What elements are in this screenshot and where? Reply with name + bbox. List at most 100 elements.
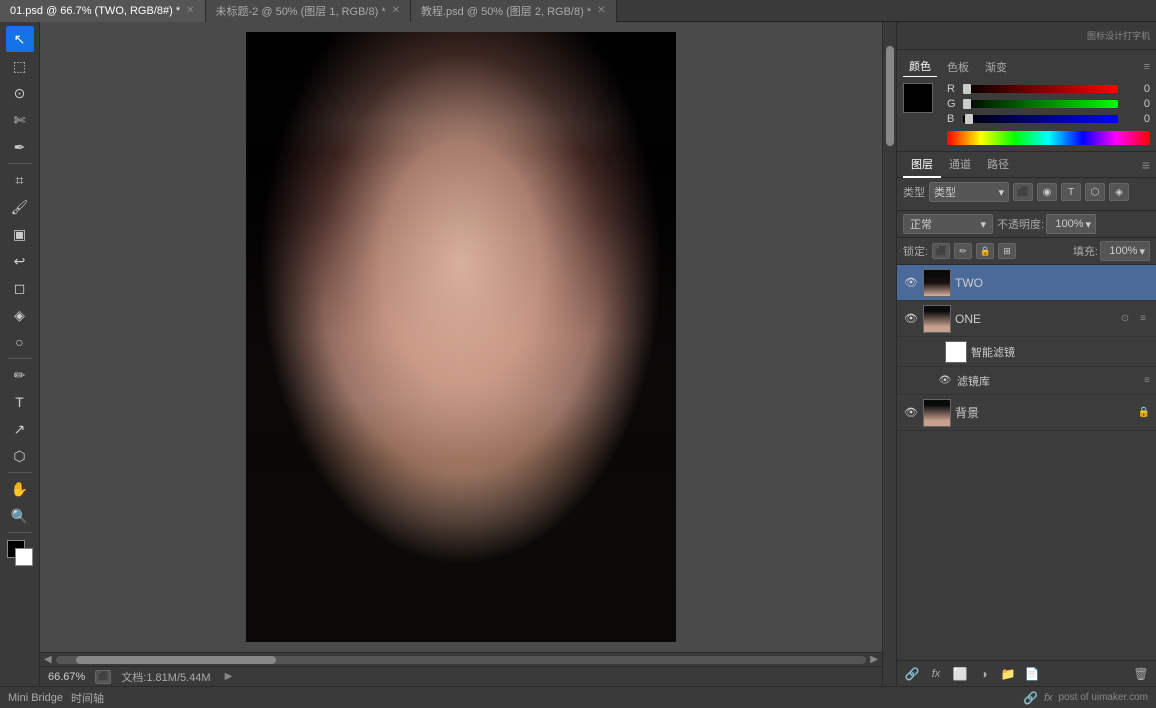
tab-untitled[interactable]: 未标题-2 @ 50% (图层 1, RGB/8) * ✕ [206, 0, 411, 22]
link-layers-icon[interactable]: 🔗 [903, 665, 921, 683]
lock-label: 锁定: [903, 243, 928, 259]
filter-label: 类型 [903, 184, 925, 200]
r-value: 0 [1122, 83, 1150, 95]
new-group-icon[interactable]: 📁 [999, 665, 1017, 683]
timeline-label[interactable]: 时间轴 [71, 690, 104, 706]
history-tool[interactable]: ↩ [6, 248, 34, 274]
opacity-label: 不透明度: [997, 216, 1044, 232]
blend-mode-dropdown[interactable]: 正常 ▾ [903, 214, 993, 234]
blue-thumb[interactable] [965, 114, 973, 124]
active-color-swatch[interactable] [903, 83, 933, 113]
fx-icon[interactable]: fx [1044, 692, 1053, 704]
zoom-level: 66.67% [48, 671, 85, 683]
layers-panel-menu[interactable]: ≡ [1142, 157, 1150, 173]
shape-layer-icon[interactable]: ⬡ [1085, 183, 1105, 201]
color-panel: 颜色 色板 渐变 ≡ R 0 [897, 50, 1156, 152]
new-layer-icon[interactable]: 📄 [1023, 665, 1041, 683]
opacity-input[interactable]: 100% ▾ [1046, 214, 1096, 234]
background-color[interactable] [15, 548, 33, 566]
color-sliders-area: R 0 G 0 [947, 83, 1150, 145]
text-tool[interactable]: T [6, 389, 34, 415]
layer-item-one[interactable]: 👁 ONE ⊙ ≡ [897, 301, 1156, 337]
vertical-scrollbar[interactable] [882, 22, 896, 686]
green-slider[interactable] [963, 100, 1118, 108]
crop-tool[interactable]: ✄ [6, 107, 34, 133]
lock-position-btn[interactable]: ✏ [954, 243, 972, 259]
type-layer-icon[interactable]: T [1061, 183, 1081, 201]
zoom-tool[interactable]: 🔍 [6, 503, 34, 529]
heal-tool[interactable]: ⌗ [6, 167, 34, 193]
lock-all-btn[interactable]: 🔒 [976, 243, 994, 259]
add-adjustment-icon[interactable]: ◑ [975, 665, 993, 683]
hand-tool[interactable]: ✋ [6, 476, 34, 502]
color-spectrum[interactable] [947, 131, 1150, 145]
visibility-one[interactable]: 👁 [903, 311, 919, 327]
visibility-filter-lib[interactable]: 👁 [937, 373, 953, 389]
tab-color[interactable]: 颜色 [903, 56, 937, 77]
blend-row: 正常 ▾ 不透明度: 100% ▾ [897, 211, 1156, 238]
pixel-layer-icon[interactable]: ⬛ [1013, 183, 1033, 201]
tab-tutorial[interactable]: 教程.psd @ 50% (图层 2, RGB/8) * ✕ [411, 0, 617, 22]
h-scroll-track[interactable] [56, 656, 867, 664]
lock-artboard-btn[interactable]: ⊞ [998, 243, 1016, 259]
layer-item-filter-lib: 👁 滤镜库 ≡ [897, 367, 1156, 395]
red-slider[interactable] [963, 85, 1118, 93]
tab-layers[interactable]: 图层 [903, 152, 941, 178]
layer-name-bg: 背景 [955, 404, 1134, 421]
thumb-smart-filter [945, 341, 967, 363]
color-panel-tabs: 颜色 色板 渐变 ≡ [903, 56, 1150, 77]
adjustment-layer-icon[interactable]: ◉ [1037, 183, 1057, 201]
red-thumb[interactable] [963, 84, 971, 94]
gradient-tool[interactable]: ◈ [6, 302, 34, 328]
mini-bridge-label[interactable]: Mini Bridge [8, 692, 63, 704]
tab-close-2[interactable]: ✕ [597, 5, 605, 16]
h-scroll-thumb[interactable] [76, 656, 276, 664]
blue-slider[interactable] [963, 115, 1118, 123]
status-icon[interactable]: ⬛ [95, 670, 111, 684]
marquee-tool[interactable]: ⬚ [6, 53, 34, 79]
tab-close-1[interactable]: ✕ [392, 5, 400, 16]
shape-tool[interactable]: ⬡ [6, 443, 34, 469]
canvas-container[interactable] [40, 22, 882, 652]
green-thumb[interactable] [963, 99, 971, 109]
layer-item-bg[interactable]: 👁 背景 🔒 [897, 395, 1156, 431]
lock-pixels-btn[interactable]: ⬛ [932, 243, 950, 259]
tab-swatches[interactable]: 色板 [941, 57, 975, 77]
link-icon[interactable]: 🔗 [1023, 691, 1038, 705]
scroll-left-arrow[interactable]: ◀ [44, 654, 52, 665]
brush-tool[interactable]: 🖌 [6, 194, 34, 220]
b-value: 0 [1122, 113, 1150, 125]
status-arrow[interactable]: ▶ [225, 671, 233, 682]
color-panel-menu[interactable]: ≡ [1144, 61, 1150, 73]
color-swatch[interactable] [7, 540, 33, 566]
v-scroll-thumb[interactable] [886, 46, 894, 146]
tab-channels[interactable]: 通道 [941, 152, 979, 178]
tab-gradient[interactable]: 渐变 [979, 57, 1013, 77]
delete-layer-icon[interactable]: 🗑 [1132, 665, 1150, 683]
tab-paths[interactable]: 路径 [979, 152, 1017, 178]
visibility-two[interactable]: 👁 [903, 275, 919, 291]
layer-item-two[interactable]: 👁 TWO [897, 265, 1156, 301]
add-mask-icon[interactable]: ⬜ [951, 665, 969, 683]
pen-tool[interactable]: ✏ [6, 362, 34, 388]
add-fx-icon[interactable]: fx [927, 665, 945, 683]
eyedropper-tool[interactable]: ✒ [6, 134, 34, 160]
scroll-right-arrow[interactable]: ▶ [870, 654, 878, 665]
move-tool[interactable]: ↖ [6, 26, 34, 52]
tab-close-0[interactable]: ✕ [186, 5, 194, 16]
horizontal-scrollbar[interactable]: ◀ ▶ [40, 652, 882, 666]
tab-01psd[interactable]: 01.psd @ 66.7% (TWO, RGB/8#) * ✕ [0, 0, 206, 22]
filter-lib-icon: ≡ [1144, 375, 1150, 386]
separator-1 [8, 163, 32, 164]
g-value: 0 [1122, 98, 1150, 110]
left-toolbar: ↖ ⬚ ⊙ ✄ ✒ ⌗ 🖌 ▣ ↩ ◻ ◈ ○ ✏ T ↗ ⬡ ✋ 🔍 [0, 22, 40, 686]
visibility-bg[interactable]: 👁 [903, 405, 919, 421]
lasso-tool[interactable]: ⊙ [6, 80, 34, 106]
fill-input[interactable]: 100% ▾ [1100, 241, 1150, 261]
eraser-tool[interactable]: ◻ [6, 275, 34, 301]
kind-filter-dropdown[interactable]: 类型 ▾ [929, 182, 1009, 202]
dodge-tool[interactable]: ○ [6, 329, 34, 355]
path-select-tool[interactable]: ↗ [6, 416, 34, 442]
smart-layer-icon[interactable]: ◈ [1109, 183, 1129, 201]
stamp-tool[interactable]: ▣ [6, 221, 34, 247]
